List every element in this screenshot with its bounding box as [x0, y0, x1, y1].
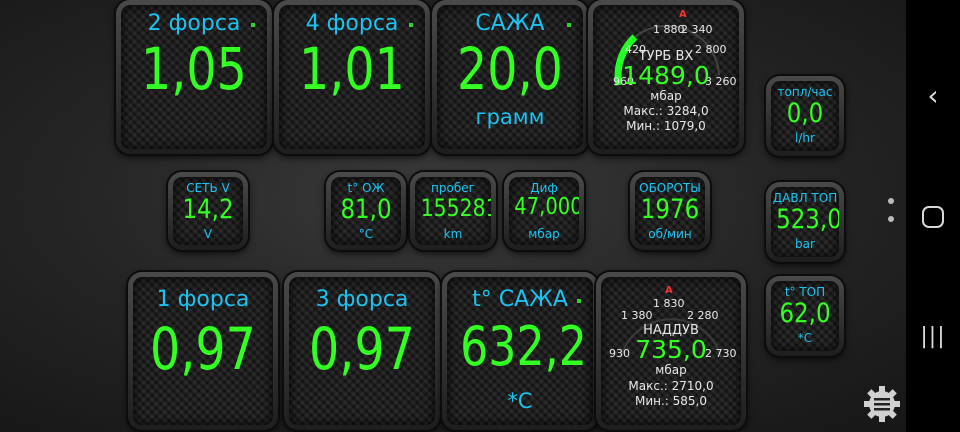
tile-unit: km [443, 227, 463, 241]
tile-value: 14,2 [182, 194, 234, 225]
tile-value: 1,05 [141, 35, 247, 103]
tile-label: 3 форса [315, 287, 409, 312]
gauge-value: 735,0 [635, 335, 707, 364]
tile-topl-chas[interactable]: топл/час 0,0 l/hr [766, 76, 844, 156]
page-dot [888, 216, 894, 222]
tile-1-forsa[interactable]: 1 форса 0,97 [128, 272, 278, 430]
tile-oboroty[interactable]: ОБОРОТЫ 1976 об/мин [630, 172, 710, 250]
gauge-value: 1489,0 [622, 61, 710, 90]
tile-value: 523,0 [776, 204, 839, 235]
tile-value: 0,97 [309, 315, 415, 383]
back-button[interactable]: ‹ [906, 78, 960, 114]
gauge-marker: A [665, 285, 673, 296]
tile-unit: об/мин [648, 227, 692, 241]
tile-value: 632,2 [460, 315, 587, 378]
gauge-max: Макс.: 2710,0 [628, 379, 714, 393]
tile-set-v[interactable]: СЕТЬ V 14,2 V [168, 172, 248, 250]
tile-label: 2 форса [147, 11, 241, 36]
tile-3-forsa[interactable]: 3 форса 0,97 [284, 272, 440, 430]
gauge-unit: мбар [655, 363, 687, 377]
tile-unit: V [203, 227, 213, 241]
tile-probeg[interactable]: пробег 155281 km [410, 172, 496, 250]
tile-unit: *C [797, 331, 813, 345]
tile-label: САЖА [475, 11, 545, 36]
tile-label: 1 форса [156, 287, 250, 312]
tile-value: 81,0 [340, 194, 392, 225]
tile-unit: *C [507, 389, 533, 413]
gauge-tick: 2 280 [687, 309, 719, 322]
tile-value: 0,0 [786, 98, 824, 129]
home-button[interactable] [922, 206, 944, 228]
tile-value: 47,000 [514, 194, 579, 220]
gauge-nadduv[interactable]: A 1 830 1 380 2 280 НАДДУВ 930 2 730 735… [596, 272, 746, 430]
gauge-marker: A [679, 9, 687, 20]
tile-label: t° ОЖ [347, 181, 385, 195]
system-nav-bar: ‹ ||| [906, 0, 960, 432]
page-dot [888, 198, 894, 204]
tile-value: 0,97 [150, 315, 256, 383]
tile-value: 62,0 [779, 298, 831, 329]
tile-label: 4 форса [305, 11, 399, 36]
tile-unit: l/hr [795, 131, 815, 145]
gauge-min: Мин.: 1079,0 [626, 119, 706, 133]
tile-dif[interactable]: Диф 47,000 мбар [504, 172, 584, 250]
tile-t-ozh[interactable]: t° ОЖ 81,0 °C [326, 172, 406, 250]
tile-label: СЕТЬ V [186, 181, 230, 195]
tile-t-sazha[interactable]: t° САЖА 632,2 *C [442, 272, 598, 430]
tile-value: 155281 [420, 194, 491, 222]
tile-unit: bar [795, 237, 815, 251]
gear-icon[interactable] [862, 384, 902, 424]
tile-label: t° САЖА [472, 287, 568, 312]
page-indicator [888, 198, 894, 234]
gauge-tick: 1 880 [653, 23, 685, 36]
tile-sazha[interactable]: САЖА 20,0 грамм [432, 0, 588, 154]
gauge-unit: мбар [650, 89, 682, 103]
tile-unit: °C [358, 227, 374, 241]
tile-label: ОБОРОТЫ [639, 181, 701, 195]
gauge-max: Макс.: 3284,0 [623, 104, 709, 118]
tile-label: ДАВЛ ТОП [772, 191, 838, 205]
tile-2-forsa[interactable]: 2 форса 1,05 [116, 0, 272, 154]
tile-label: топл/час [777, 85, 833, 99]
tile-unit: мбар [528, 227, 560, 241]
recents-button[interactable]: ||| [906, 322, 960, 352]
tile-label: Диф [530, 181, 558, 195]
tile-value: 1976 [640, 194, 700, 225]
gauge-tick: 2 340 [681, 23, 713, 36]
gauge-turb-vh[interactable]: A 1 880 2 340 420 2 800 ТУРБ ВХ 960 3 26… [588, 0, 744, 154]
tile-value: 1,01 [299, 35, 405, 103]
tile-4-forsa[interactable]: 4 форса 1,01 [274, 0, 430, 154]
tile-label: пробег [431, 181, 475, 195]
tile-label: t° ТОП [784, 285, 826, 299]
tile-davl-top[interactable]: ДАВЛ ТОП 523,0 bar [766, 182, 844, 262]
gauge-min: Мин.: 585,0 [634, 394, 708, 408]
gauge-tick: 1 380 [621, 309, 653, 322]
tile-t-top[interactable]: t° ТОП 62,0 *C [766, 276, 844, 356]
gauge-tick: 1 830 [653, 297, 685, 310]
tile-value: 20,0 [457, 35, 563, 103]
tile-unit: грамм [475, 105, 545, 129]
